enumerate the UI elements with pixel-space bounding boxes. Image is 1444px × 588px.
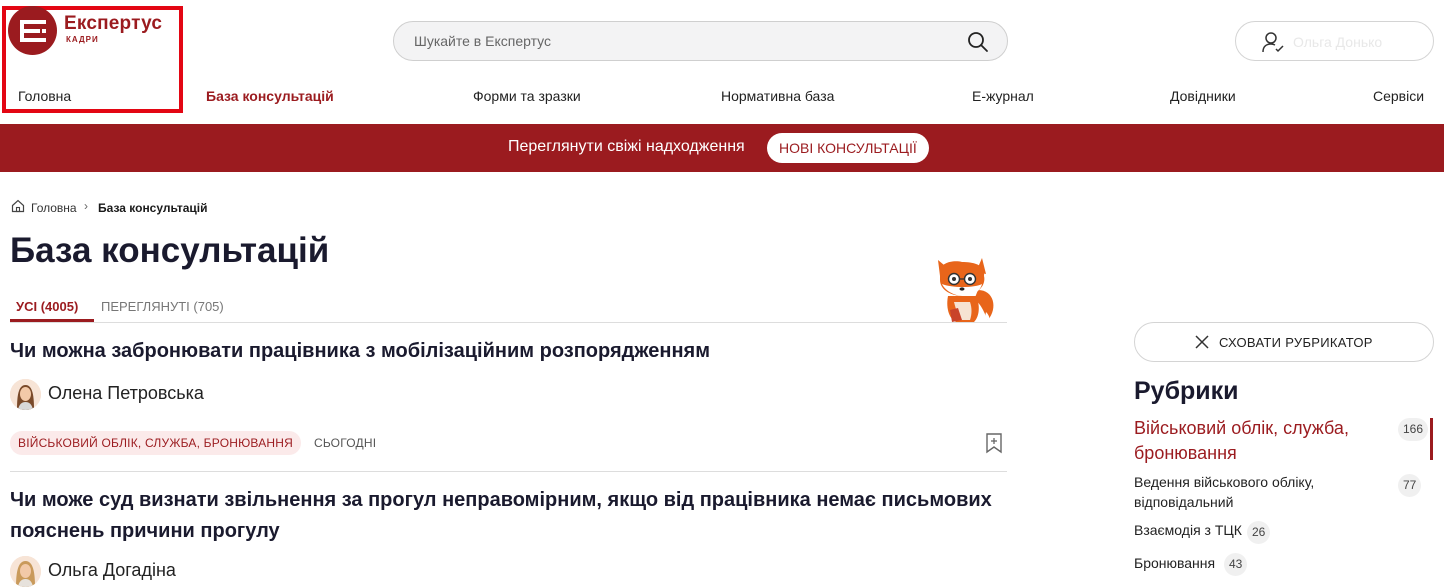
article-title[interactable]: Чи може суд визнати звільнення за прогул… xyxy=(10,485,1000,547)
rubric-item-military[interactable]: Військовий облік, служба, бронювання xyxy=(1134,416,1349,466)
rubric-count-badge: 77 xyxy=(1398,474,1422,497)
nav-forms[interactable]: Форми та зразки xyxy=(473,88,581,104)
logo-subtitle: КАДРИ xyxy=(66,35,99,44)
tabs-divider xyxy=(10,322,1007,323)
article-author[interactable]: Олена Петровська xyxy=(48,383,204,404)
rubric-count-badge: 26 xyxy=(1247,521,1271,544)
search-input[interactable] xyxy=(414,22,954,60)
home-icon[interactable] xyxy=(11,199,25,218)
rubric-label-line: Військовий облік, служба, xyxy=(1134,418,1349,438)
account-name: Ольга Донько xyxy=(1293,34,1383,50)
new-consultations-button[interactable]: НОВІ КОНСУЛЬТАЦІЇ xyxy=(767,133,929,163)
nav-ejournal[interactable]: Е-журнал xyxy=(972,88,1034,104)
rubric-count-badge: 43 xyxy=(1224,553,1248,576)
breadcrumb-current: База консультацій xyxy=(98,201,208,215)
search-bar[interactable] xyxy=(393,21,1008,61)
rubric-label-line: бронювання xyxy=(1134,443,1237,463)
user-icon xyxy=(1261,30,1285,59)
tab-all[interactable]: УСІ (4005) xyxy=(16,299,78,314)
article-author[interactable]: Ольга Догадіна xyxy=(48,560,176,581)
article-title[interactable]: Чи можна забронювати працівника з мобілі… xyxy=(10,336,1000,367)
nav-consultations[interactable]: База консультацій xyxy=(206,88,334,104)
nav-home[interactable]: Головна xyxy=(18,88,71,104)
hide-rubricator-button[interactable]: СХОВАТИ РУБРИКАТОР xyxy=(1134,322,1434,362)
search-icon[interactable] xyxy=(967,31,989,58)
rubric-count-badge: 166 xyxy=(1398,418,1429,441)
avatar xyxy=(10,379,41,410)
nav-services[interactable]: Сервіси xyxy=(1373,88,1424,104)
logo-wordmark[interactable]: Експертус xyxy=(64,13,162,35)
bookmark-icon[interactable] xyxy=(985,432,1003,459)
page-title: База консультацій xyxy=(10,231,330,270)
banner-text: Переглянути свіжі надходження xyxy=(508,138,745,155)
nav-regulatory[interactable]: Нормативна база xyxy=(721,88,834,104)
logo-icon[interactable] xyxy=(8,6,57,55)
hide-rubricator-label: СХОВАТИ РУБРИКАТОР xyxy=(1219,335,1373,350)
avatar xyxy=(10,556,41,587)
breadcrumb-home[interactable]: Головна xyxy=(31,201,77,215)
close-icon xyxy=(1195,335,1209,354)
article-divider xyxy=(10,471,1007,472)
tab-viewed[interactable]: ПЕРЕГЛЯНУТІ (705) xyxy=(101,299,224,314)
nav-references[interactable]: Довідники xyxy=(1170,88,1236,104)
rubric-label-line: Ведення військового обліку, xyxy=(1134,474,1315,490)
rubric-label-line: відповідальний xyxy=(1134,494,1234,510)
rubric-item-accounting[interactable]: Ведення військового обліку, відповідальн… xyxy=(1134,472,1314,512)
article-date: СЬОГОДНІ xyxy=(314,436,377,450)
rubric-item-tck[interactable]: Взаємодія з ТЦК xyxy=(1134,522,1242,538)
chevron-right-icon: › xyxy=(84,199,88,213)
rubric-item-reservation[interactable]: Бронювання xyxy=(1134,555,1215,571)
news-banner: Переглянути свіжі надходження НОВІ КОНСУ… xyxy=(0,124,1444,172)
rubricator-title: Рубрики xyxy=(1134,377,1239,405)
fox-mascot-icon xyxy=(928,250,1000,329)
active-rubric-indicator xyxy=(1430,418,1433,460)
article-tag[interactable]: ВІЙСЬКОВИЙ ОБЛІК, СЛУЖБА, БРОНЮВАННЯ xyxy=(10,431,302,455)
account-button[interactable]: Ольга Донько xyxy=(1235,21,1434,61)
